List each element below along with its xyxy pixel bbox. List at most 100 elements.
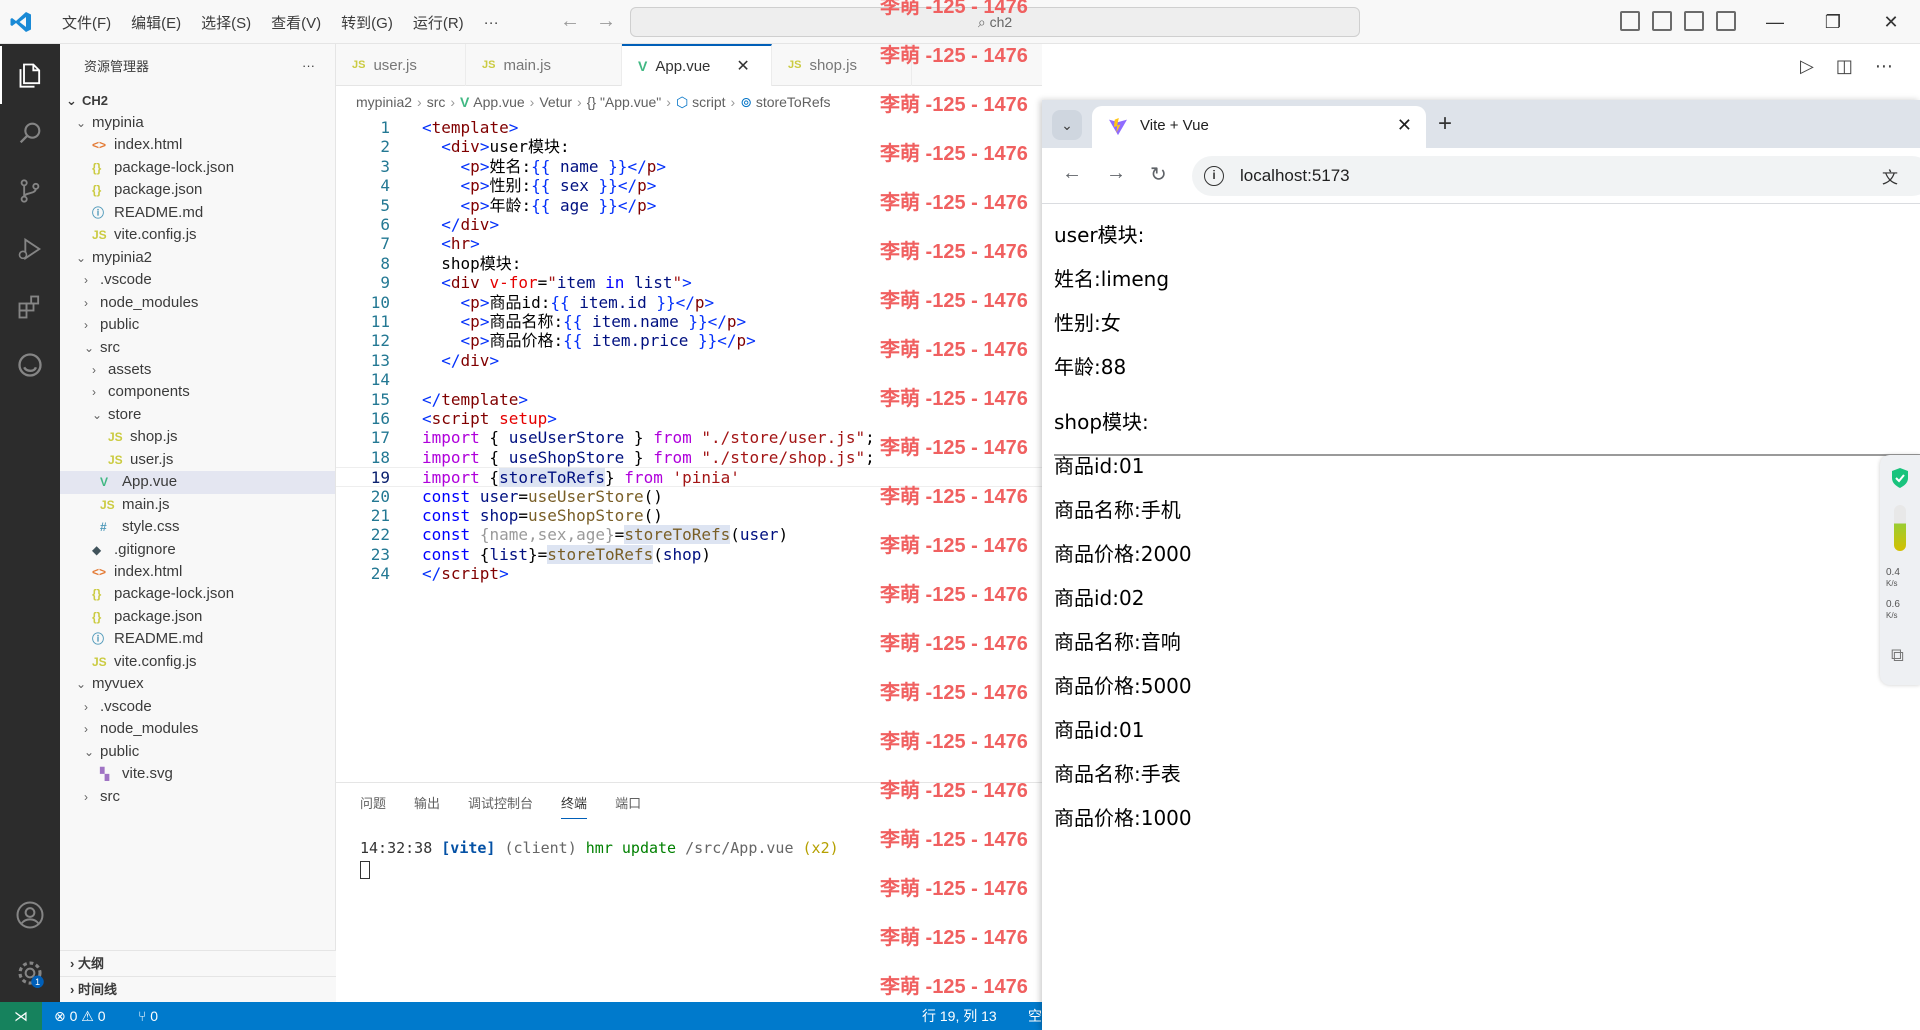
tab-problems[interactable]: 问题 — [360, 793, 386, 819]
account-icon[interactable] — [0, 886, 60, 944]
tree-folder[interactable]: › src — [60, 786, 335, 808]
tab-output[interactable]: 输出 — [414, 793, 440, 819]
code-line[interactable]: 1 <template> — [336, 118, 1042, 137]
menu-edit[interactable]: 编辑(E) — [121, 12, 191, 33]
toggle-panel-icon[interactable] — [1652, 11, 1672, 31]
network-speed-widget[interactable]: 0.4 K/s 0.6 K/s ⧉ — [1880, 455, 1920, 685]
close-tab-icon[interactable]: ✕ — [736, 56, 749, 76]
tree-file[interactable]: ▚ vite.svg — [60, 763, 335, 785]
site-info-icon[interactable]: i — [1204, 166, 1224, 186]
back-arrow-icon[interactable]: ← — [560, 10, 580, 33]
tree-folder[interactable]: › node_modules — [60, 292, 335, 314]
menu-file[interactable]: 文件(F) — [52, 12, 121, 33]
tree-file[interactable]: ◆ .gitignore — [60, 539, 335, 561]
tree-file[interactable]: {} package-lock.json — [60, 583, 335, 605]
explorer-icon[interactable] — [0, 46, 60, 104]
tree-folder[interactable]: › node_modules — [60, 718, 335, 740]
tree-folder[interactable]: › .vscode — [60, 269, 335, 291]
tab-terminal[interactable]: 终端 — [561, 793, 588, 819]
tree-file[interactable]: ⓘ README.md — [60, 628, 335, 650]
tree-file[interactable]: JS vite.config.js — [60, 651, 335, 673]
menu-selection[interactable]: 选择(S) — [191, 12, 261, 33]
menu-more[interactable]: ··· — [474, 14, 509, 31]
tree-folder[interactable]: › .vscode — [60, 696, 335, 718]
split-editor-icon[interactable]: ◫ — [1836, 56, 1853, 77]
reload-icon[interactable]: ↻ — [1150, 162, 1167, 187]
menu-go[interactable]: 转到(G) — [331, 12, 403, 33]
search-icon[interactable] — [0, 104, 60, 162]
breadcrumb-item[interactable]: script — [692, 94, 725, 110]
tab-user-js[interactable]: JS user.js — [336, 44, 466, 86]
tree-folder[interactable]: ⌄ public — [60, 741, 335, 763]
menu-view[interactable]: 查看(V) — [261, 12, 331, 33]
tree-file[interactable]: JS vite.config.js — [60, 224, 335, 246]
terminal-cursor[interactable] — [360, 861, 370, 879]
run-debug-icon[interactable] — [0, 220, 60, 278]
forward-icon[interactable]: → — [1106, 162, 1126, 185]
breadcrumb-item[interactable]: Vetur — [539, 94, 572, 110]
menu-run[interactable]: 运行(R) — [403, 12, 474, 33]
tree-file[interactable]: # style.css — [60, 516, 335, 538]
tree-folder[interactable]: ⌄ src — [60, 337, 335, 359]
tree-file[interactable]: V App.vue — [60, 471, 335, 494]
tree-folder[interactable]: ⌄ mypinia2 — [60, 247, 335, 269]
tree-file[interactable]: {} package.json — [60, 179, 335, 201]
tree-folder[interactable]: › components — [60, 381, 335, 403]
extensions-icon[interactable] — [0, 278, 60, 336]
more-actions-icon[interactable]: ⋯ — [1875, 56, 1893, 77]
tab-app-vue[interactable]: V App.vue ✕ — [622, 44, 772, 86]
more-actions-icon[interactable]: ··· — [302, 58, 315, 73]
browser-tab[interactable]: Vite + Vue ✕ — [1092, 106, 1426, 148]
tree-folder[interactable]: ⌄ store — [60, 404, 335, 426]
remote-indicator-icon[interactable]: ⋊ — [0, 1002, 42, 1030]
breadcrumb-item[interactable]: {} "App.vue" — [587, 94, 662, 110]
cursor-position[interactable]: 行 19, 列 13 — [922, 1002, 997, 1030]
breadcrumb-item[interactable]: src — [427, 94, 446, 110]
tab-debug-console[interactable]: 调试控制台 — [468, 793, 533, 819]
tree-folder[interactable]: ⌄ myvuex — [60, 673, 335, 695]
toggle-sidebar-icon[interactable] — [1620, 11, 1640, 31]
tree-file[interactable]: JS shop.js — [60, 426, 335, 448]
tab-main-js[interactable]: JS main.js — [466, 44, 622, 86]
tree-file[interactable]: JS main.js — [60, 494, 335, 516]
back-icon[interactable]: ← — [1062, 162, 1082, 185]
tree-file[interactable]: <> index.html — [60, 561, 335, 583]
run-play-icon[interactable]: ▷ — [1800, 56, 1814, 77]
close-icon[interactable]: ✕ — [1862, 0, 1920, 44]
tree-file[interactable]: <> index.html — [60, 134, 335, 156]
tree-folder[interactable]: ⌄ mypinia — [60, 112, 335, 134]
code-line[interactable]: 11 <p>商品名称:{{ item.name }}</p> — [336, 312, 1042, 331]
breadcrumb-item[interactable]: App.vue — [473, 94, 524, 110]
indentation[interactable]: 空 — [1028, 1002, 1042, 1030]
tree-folder[interactable]: › public — [60, 314, 335, 336]
tab-ports[interactable]: 端口 — [615, 793, 641, 819]
customize-layout-icon[interactable] — [1716, 11, 1736, 31]
tree-file[interactable]: {} package-lock.json — [60, 157, 335, 179]
manage-gear-icon[interactable]: 1 — [0, 944, 60, 1002]
forward-arrow-icon[interactable]: → — [596, 10, 616, 33]
problems-count[interactable]: ⊗ 0 ⚠ 0 — [54, 1002, 106, 1030]
tree-file[interactable]: ⓘ README.md — [60, 202, 335, 224]
new-tab-icon[interactable]: + — [1438, 110, 1452, 138]
tree-file[interactable]: {} package.json — [60, 606, 335, 628]
timeline-section[interactable]: › 时间线 — [60, 976, 336, 1002]
close-tab-icon[interactable]: ✕ — [1397, 115, 1412, 136]
workspace-root[interactable]: ⌄ CH2 — [60, 90, 335, 112]
translate-icon[interactable]: ⽂ — [1882, 164, 1898, 188]
tree-file[interactable]: JS user.js — [60, 449, 335, 471]
tab-search-chevron-icon[interactable]: ⌄ — [1052, 110, 1082, 140]
source-control-icon[interactable] — [0, 162, 60, 220]
toggle-secondary-sidebar-icon[interactable] — [1684, 11, 1704, 31]
outline-section[interactable]: › 大纲 — [60, 950, 336, 976]
address-bar[interactable]: i localhost:5173 ⽂ ⊕ — [1192, 156, 1920, 196]
code-line[interactable]: 16 <script setup> — [336, 409, 1042, 428]
breadcrumb-item[interactable]: storeToRefs — [756, 94, 831, 110]
tree-folder[interactable]: › assets — [60, 359, 335, 381]
minimize-icon[interactable]: — — [1746, 0, 1804, 44]
restore-icon[interactable]: ❐ — [1804, 0, 1862, 44]
code-line[interactable]: 6 </div> — [336, 215, 1042, 234]
edge-devtools-icon[interactable] — [0, 336, 60, 394]
screenshot-icon[interactable]: ⧉ — [1891, 645, 1904, 666]
ports-count[interactable]: ⑂ 0 — [138, 1002, 158, 1030]
breadcrumb-item[interactable]: mypinia2 — [356, 94, 412, 110]
